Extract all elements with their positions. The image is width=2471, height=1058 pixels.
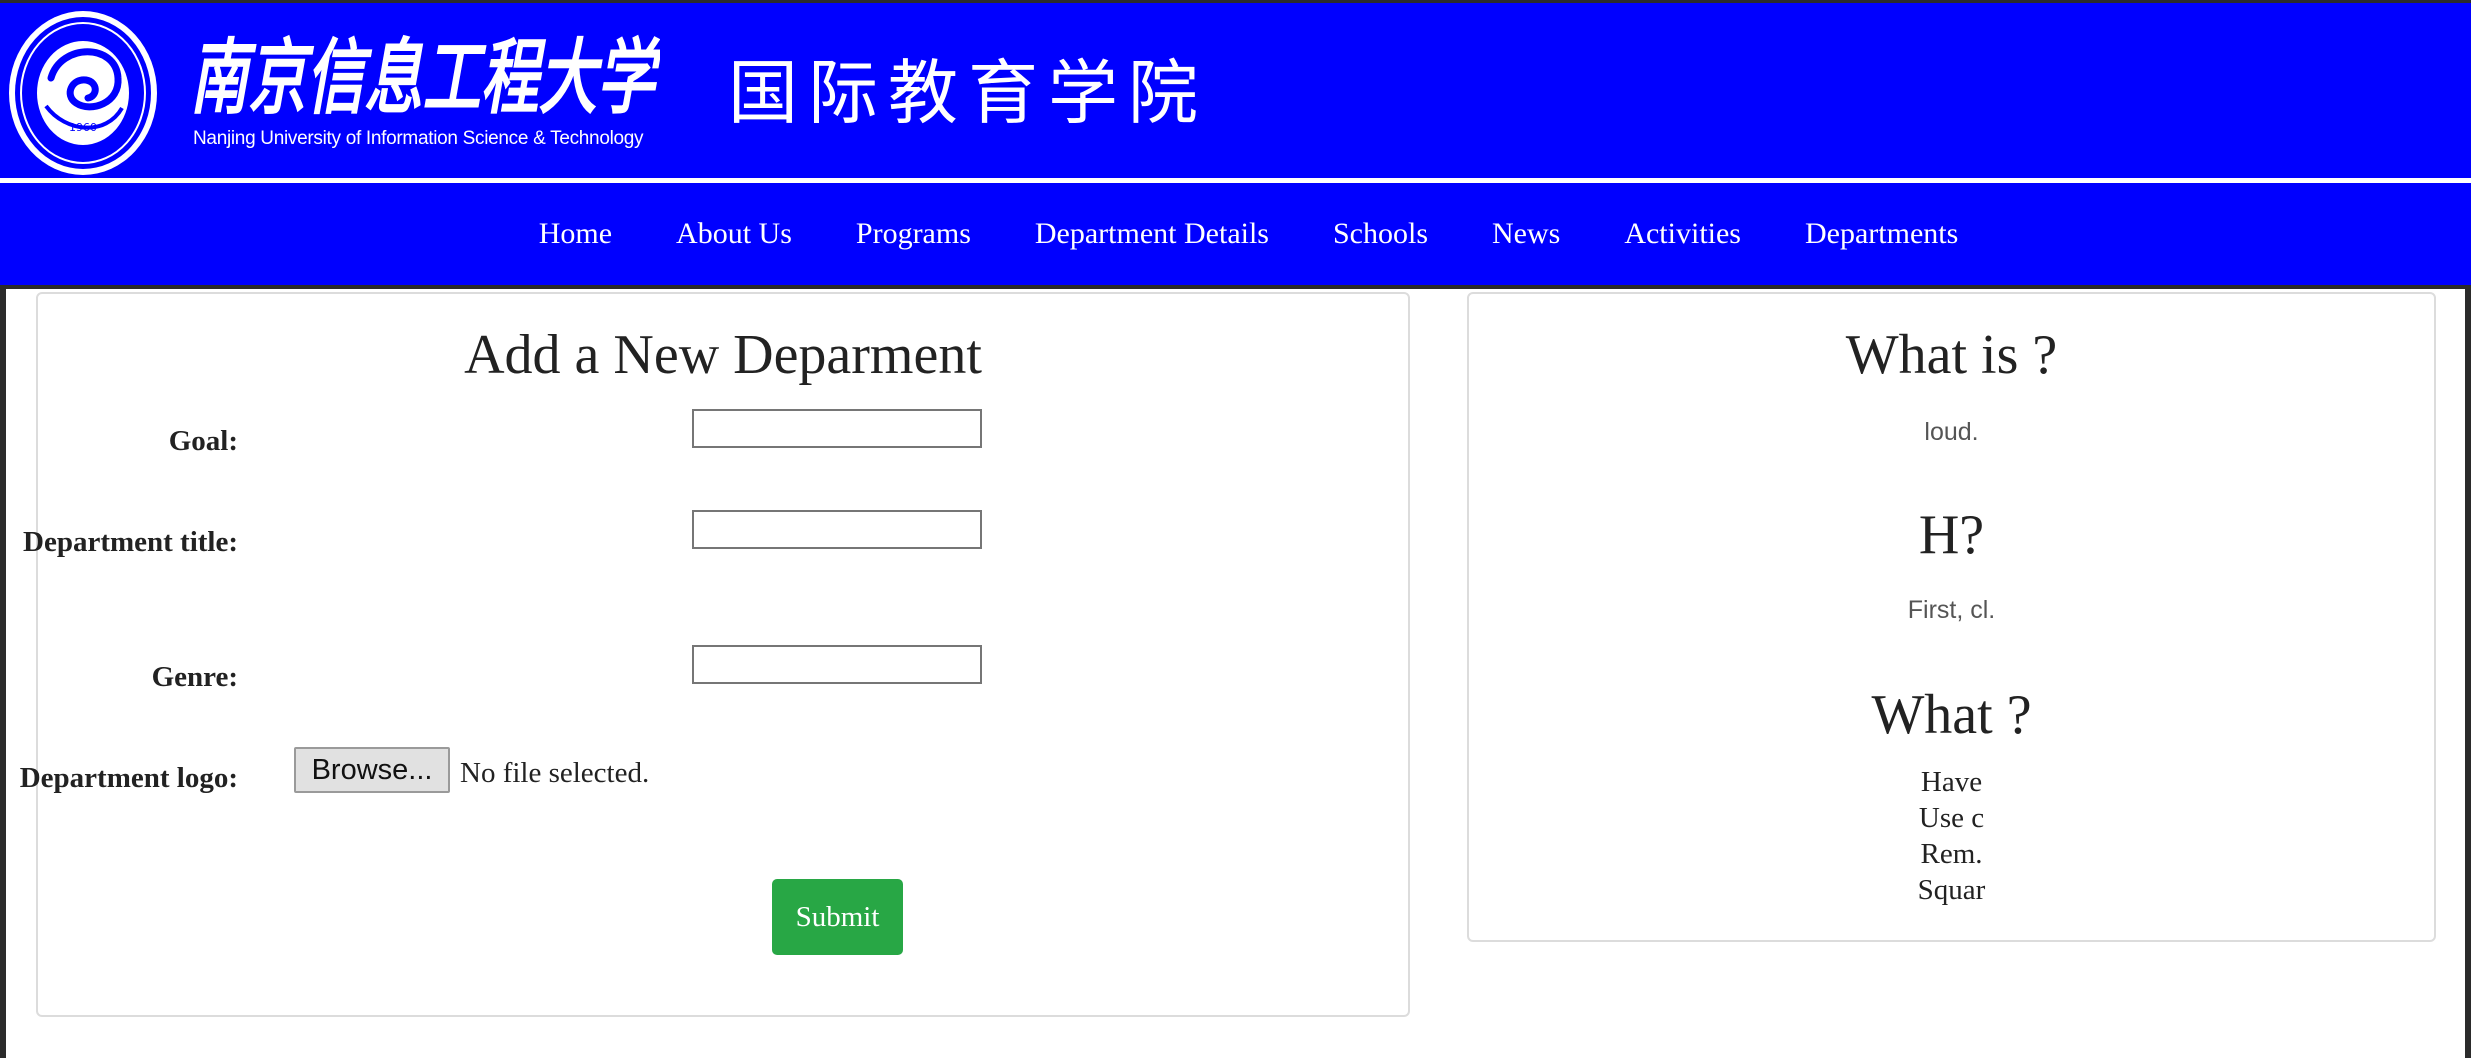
browse-file-button[interactable]: Browse...	[294, 747, 450, 793]
genre-label: Genre:	[151, 661, 238, 693]
submit-button[interactable]: Submit	[772, 879, 903, 955]
faq-list-item: Use c	[1918, 802, 1985, 834]
nav-schools[interactable]: Schools	[1333, 217, 1428, 251]
site-header: 1960 南京信息工程大学 Nanjing University of Info…	[0, 0, 2471, 183]
faq-answer-2: First, cl.	[1907, 596, 1996, 624]
nav-news[interactable]: News	[1492, 217, 1560, 251]
faq-list-item: Rem.	[1920, 838, 1983, 870]
nav-departments[interactable]: Departments	[1805, 217, 1958, 251]
university-name-calligraphy: 南京信息工程大学	[190, 30, 660, 126]
university-name-cn: 南京信息工程大学	[190, 30, 660, 126]
genre-input[interactable]	[692, 645, 982, 684]
nav-about-us[interactable]: About Us	[676, 217, 792, 251]
university-name-en: Nanjing University of Information Scienc…	[193, 128, 644, 149]
faq-list-item: Squar	[1917, 874, 1986, 906]
faq-question-2: H?	[1918, 504, 1985, 566]
faq-question-1: What is ?	[1845, 324, 2058, 386]
nav-department-details[interactable]: Department Details	[1035, 217, 1269, 251]
faq-list: Have Use c Rem. Squar	[1467, 764, 2436, 908]
department-title-label: Department title:	[23, 526, 238, 558]
goal-label: Goal:	[168, 425, 238, 457]
main-navbar: Home About Us Programs Department Detail…	[0, 183, 2471, 285]
goal-input[interactable]	[692, 409, 982, 448]
department-title-input[interactable]	[692, 510, 982, 549]
seal-year: 1960	[69, 121, 97, 134]
nav-activities[interactable]: Activities	[1624, 217, 1741, 251]
form-title: Add a New Deparment	[464, 324, 982, 386]
nav-programs[interactable]: Programs	[856, 217, 971, 251]
header-top-border	[0, 0, 2471, 3]
university-seal-logo[interactable]: 1960	[6, 8, 160, 178]
department-logo-label: Department logo:	[19, 762, 238, 794]
nav-home[interactable]: Home	[539, 217, 612, 251]
faq-list-item: Have	[1920, 766, 1983, 798]
nav-list: Home About Us Programs Department Detail…	[0, 183, 2471, 285]
file-status-text: No file selected.	[460, 757, 650, 789]
college-name: 国际教育学院	[728, 52, 1208, 134]
faq-answer-1: loud.	[1924, 418, 1979, 446]
faq-question-3: What ?	[1871, 684, 2032, 746]
